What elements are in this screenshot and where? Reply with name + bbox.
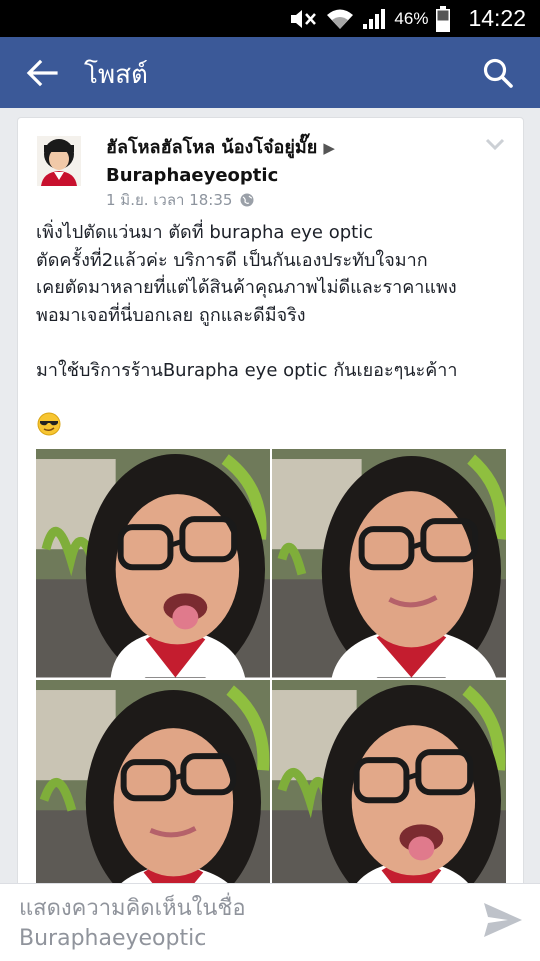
send-button[interactable] bbox=[482, 899, 524, 941]
wifi-icon bbox=[327, 9, 354, 29]
sunglasses-emoji bbox=[37, 412, 61, 436]
post-text-line: ตัดครั้งที่2แล้วค่ะ บริการดี เป็นกันเองป… bbox=[36, 249, 428, 271]
comment-placeholder-line: แสดงความคิดเห็นในชื่อ bbox=[19, 896, 246, 921]
chevron-down-icon bbox=[485, 138, 505, 151]
photo-tile bbox=[36, 449, 270, 678]
author-name[interactable]: ฮัลโหลฮัลโหล น้องโจ๋อยู่มั๊ย bbox=[106, 137, 317, 158]
status-bar: 46% 14:22 bbox=[0, 0, 540, 37]
back-arrow-icon bbox=[26, 59, 58, 87]
post-text-line: พอมาเจอที่นี่บอกเลย ถูกและดีมีจริง bbox=[36, 304, 306, 326]
signal-icon bbox=[363, 8, 386, 29]
comment-bar: แสดงความคิดเห็นในชื่อ Buraphaeyeoptic bbox=[0, 883, 540, 961]
author-line: ฮัลโหลฮัลโหล น้องโจ๋อยู่มั๊ย ▶ Buraphaeye… bbox=[106, 134, 486, 189]
page-title: โพสต์ bbox=[84, 60, 148, 90]
comment-placeholder-line: Buraphaeyeoptic bbox=[19, 926, 207, 951]
avatar[interactable] bbox=[37, 136, 81, 186]
clock: 14:22 bbox=[468, 5, 526, 31]
target-page[interactable]: Buraphaeyeoptic bbox=[106, 165, 278, 186]
post-text-line: มาใช้บริการร้านBurapha eye optic กันเยอะ… bbox=[36, 359, 458, 381]
post-body: เพิ่งไปตัดแว่นมา ตัดที่ burapha eye opti… bbox=[36, 219, 516, 384]
back-button[interactable] bbox=[26, 59, 58, 87]
mute-icon bbox=[291, 9, 317, 28]
photo-tile bbox=[36, 679, 270, 908]
post-options-button[interactable] bbox=[485, 136, 505, 151]
battery-percent: 46% bbox=[394, 8, 429, 28]
status-icons: 46% 14:22 bbox=[288, 0, 526, 37]
globe-icon bbox=[240, 193, 254, 207]
post-text-line: เพิ่งไปตัดแว่นมา ตัดที่ burapha eye opti… bbox=[36, 222, 374, 243]
send-icon bbox=[484, 903, 522, 937]
battery-icon bbox=[436, 5, 451, 32]
search-icon bbox=[483, 58, 513, 88]
post-card: ฮัลโหลฮัลโหล น้องโจ๋อยู่มั๊ย ▶ Buraphaeye… bbox=[17, 117, 524, 909]
timestamp-text[interactable]: 1 มิ.ย. เวลา 18:35 bbox=[106, 188, 232, 212]
photo-tile bbox=[272, 679, 506, 908]
app-bar: โพสต์ bbox=[0, 37, 540, 108]
post-timestamp: 1 มิ.ย. เวลา 18:35 bbox=[106, 188, 254, 212]
share-arrow: ▶ bbox=[323, 139, 335, 157]
photo-tile bbox=[272, 449, 506, 678]
post-text-line: เคยตัดมาหลายที่แต่ได้สินค้าคุณภาพไม่ดีแล… bbox=[36, 277, 457, 298]
post-photo[interactable] bbox=[36, 449, 506, 908]
search-button[interactable] bbox=[482, 57, 514, 89]
comment-input[interactable]: แสดงความคิดเห็นในชื่อ Buraphaeyeoptic bbox=[19, 894, 419, 954]
